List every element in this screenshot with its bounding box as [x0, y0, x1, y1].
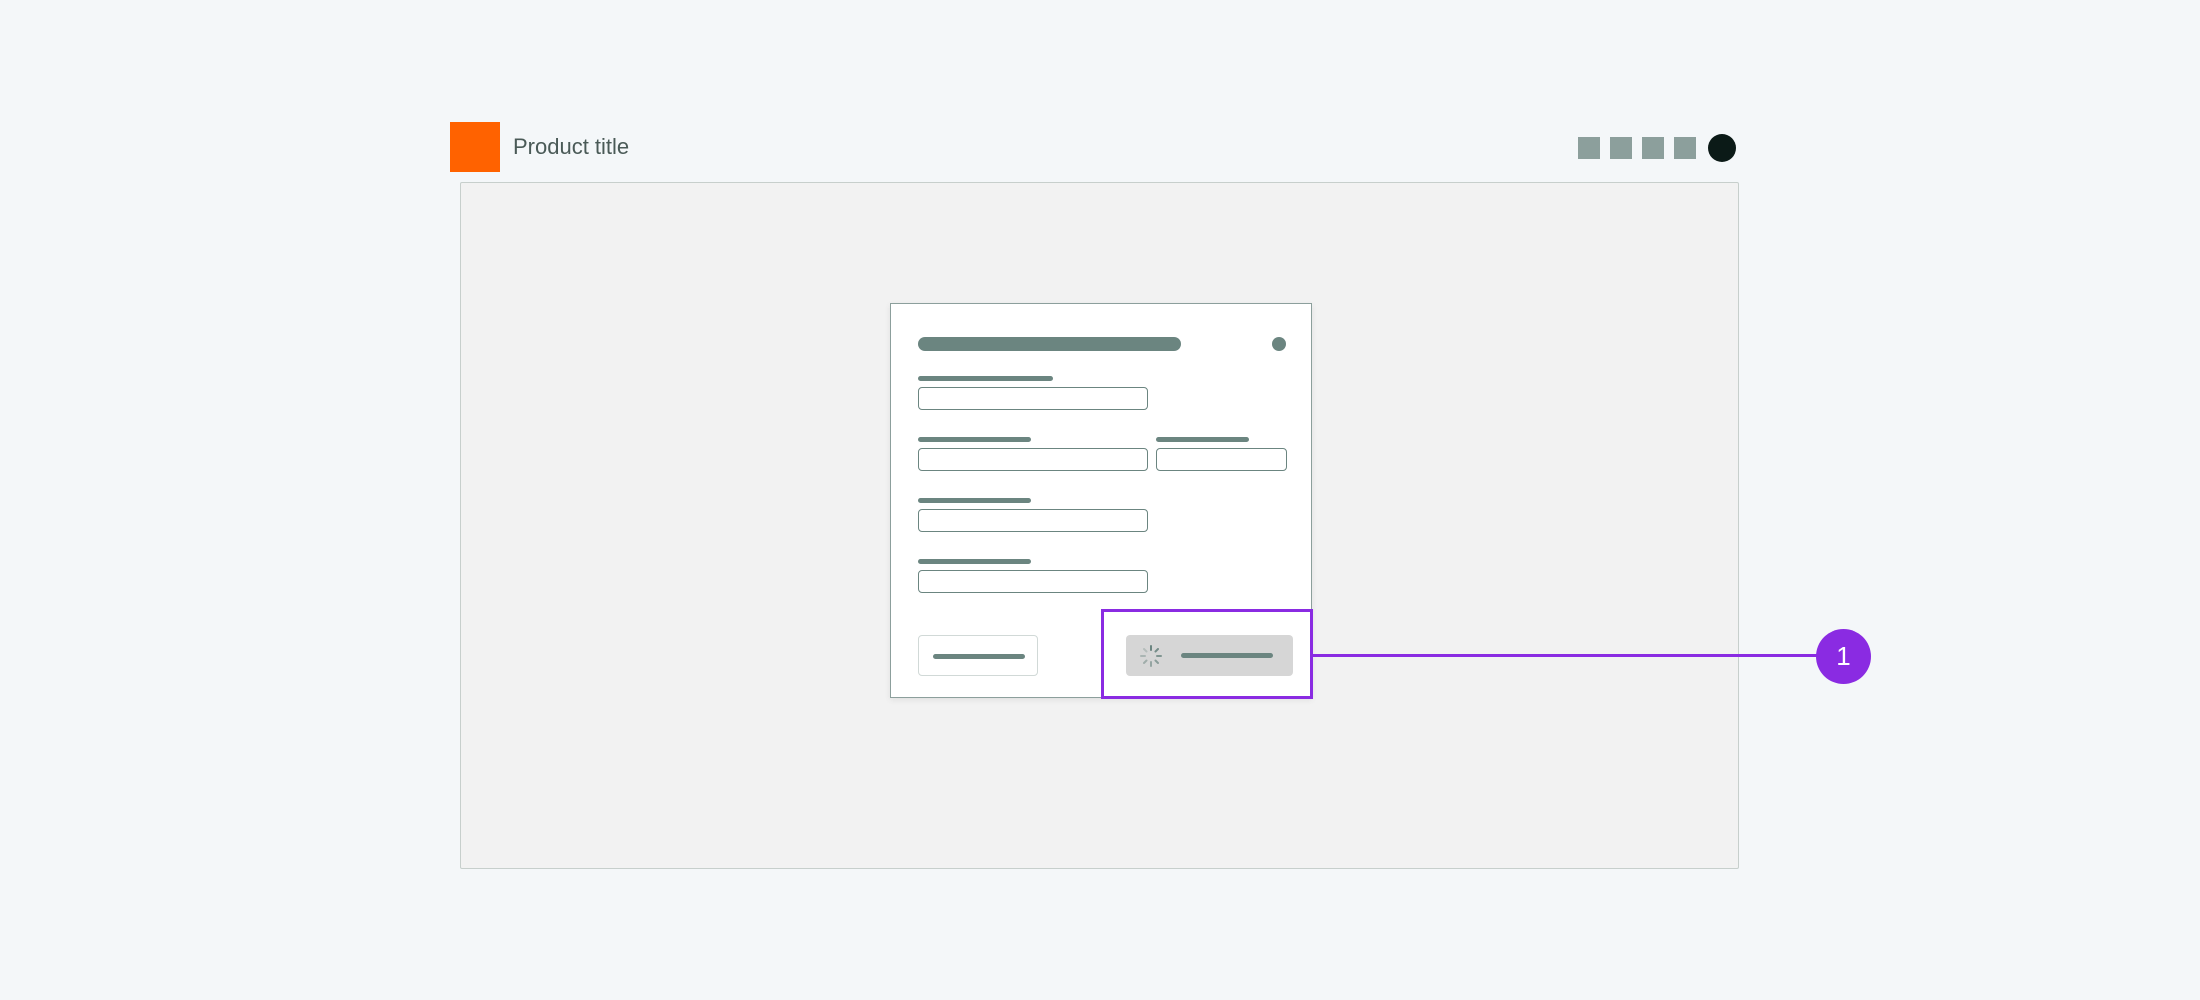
callout-badge: 1	[1816, 629, 1871, 684]
header-action-3-icon[interactable]	[1642, 137, 1664, 159]
modal-title-placeholder	[918, 337, 1181, 351]
secondary-button[interactable]	[918, 635, 1038, 676]
header-action-4-icon[interactable]	[1674, 137, 1696, 159]
text-field-5[interactable]	[918, 570, 1148, 593]
text-field-1[interactable]	[918, 387, 1148, 410]
field-label-1	[918, 376, 1053, 381]
product-logo[interactable]	[450, 122, 500, 172]
header-action-2-icon[interactable]	[1610, 137, 1632, 159]
user-avatar[interactable]	[1708, 134, 1736, 162]
callout-connector-line	[1310, 654, 1820, 657]
product-title: Product title	[513, 134, 630, 159]
field-label-2	[918, 437, 1031, 442]
field-label-5	[918, 559, 1031, 564]
secondary-button-label	[933, 654, 1025, 659]
text-field-2[interactable]	[918, 448, 1148, 471]
field-label-4	[918, 498, 1031, 503]
field-label-3	[1156, 437, 1249, 442]
page-content	[460, 182, 1739, 869]
close-icon[interactable]	[1272, 337, 1286, 351]
text-field-4[interactable]	[918, 509, 1148, 532]
header-actions	[1578, 134, 1736, 162]
callout-highlight-box	[1101, 609, 1313, 699]
text-field-3[interactable]	[1156, 448, 1287, 471]
header-action-1-icon[interactable]	[1578, 137, 1600, 159]
